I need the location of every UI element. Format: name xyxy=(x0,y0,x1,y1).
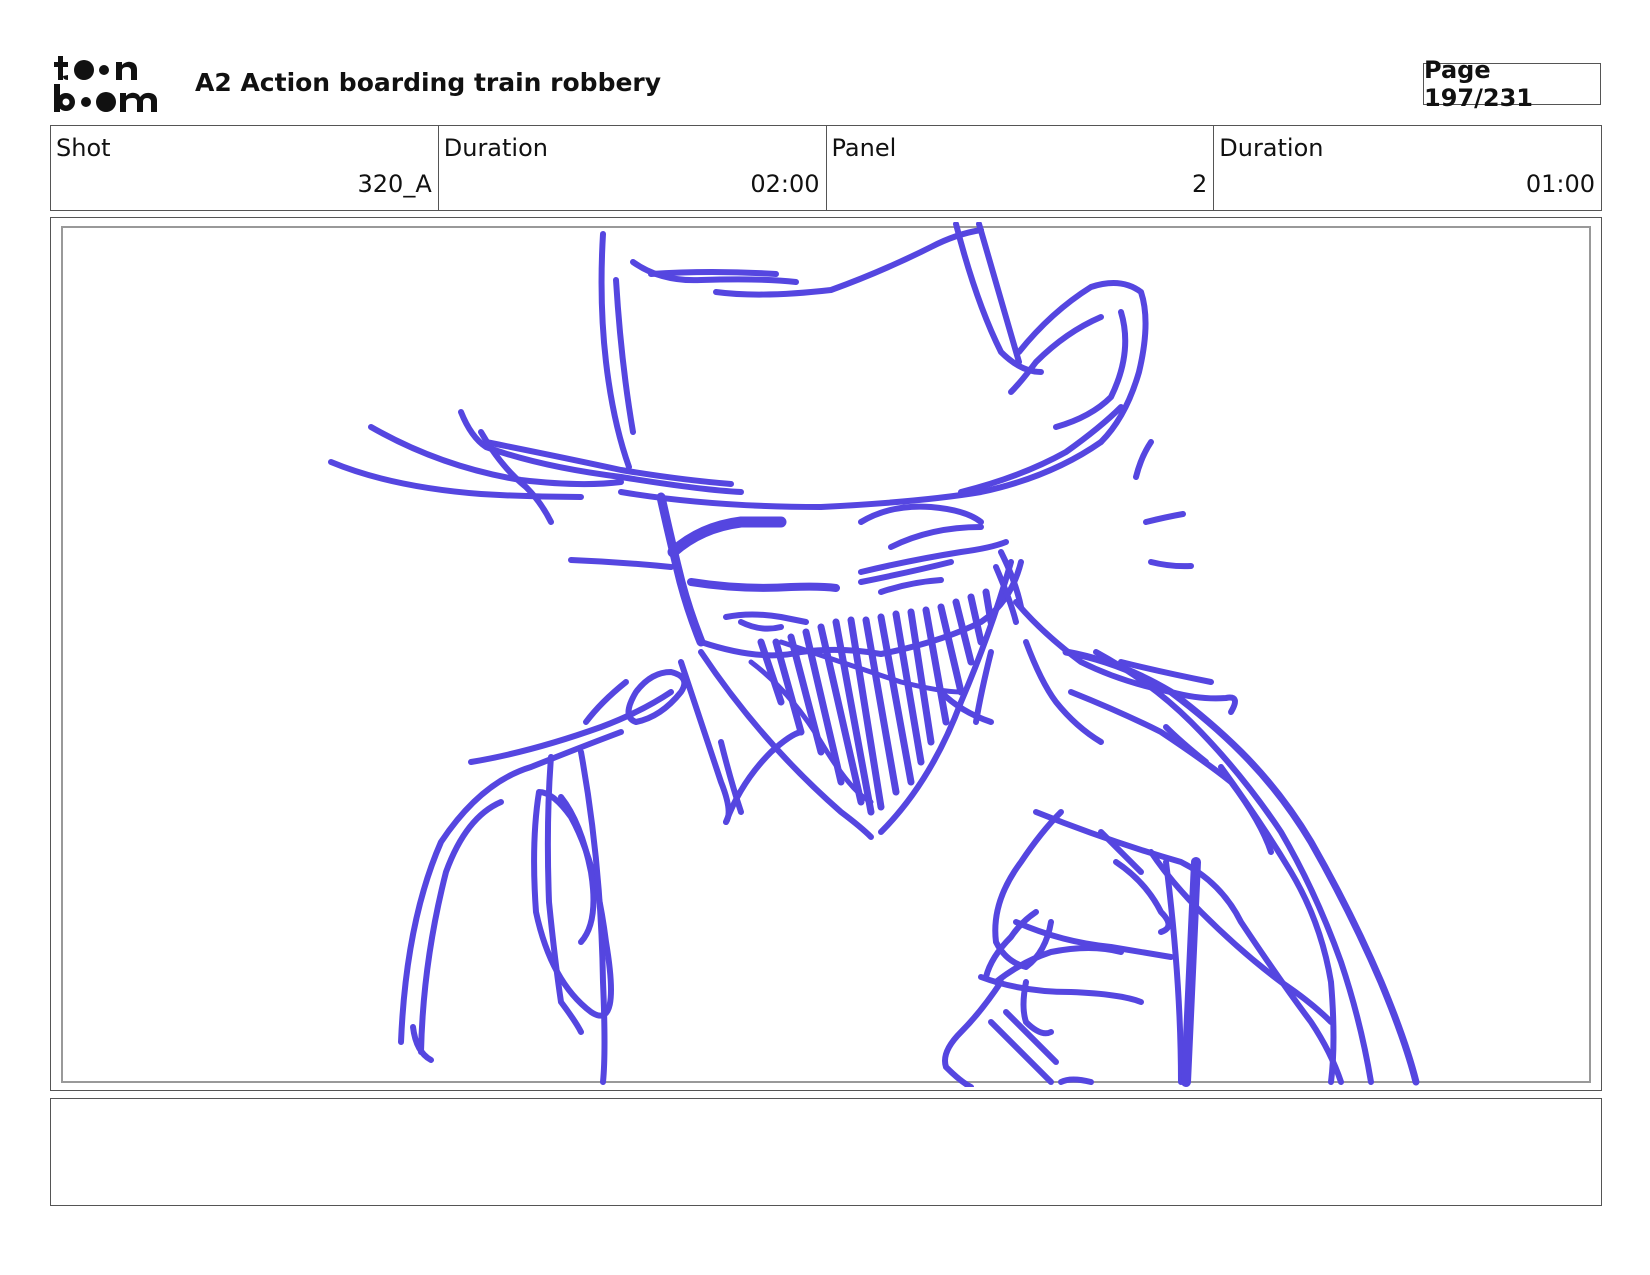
panel-label: Panel xyxy=(831,134,897,162)
sketch-strokes xyxy=(328,222,1420,1087)
shot-value: 320_A xyxy=(357,170,432,198)
shot-info-row: Shot 320_A Duration 02:00 Panel 2 Durati… xyxy=(50,125,1602,211)
panel-duration-label: Duration xyxy=(1219,134,1324,162)
shot-duration-label: Duration xyxy=(443,134,548,162)
page-number: Page 197/231 xyxy=(1423,56,1601,112)
shot-cell: Shot 320_A xyxy=(51,126,439,210)
shot-label: Shot xyxy=(56,134,111,162)
document-title: A2 Action boarding train robbery xyxy=(195,68,662,97)
panel-duration-cell: Duration 01:00 xyxy=(1214,126,1601,210)
toon-boom-logo-icon xyxy=(54,56,157,112)
toon-boom-logo xyxy=(54,54,174,114)
shot-duration-cell: Duration 02:00 xyxy=(439,126,827,210)
panel-notes-box xyxy=(50,1098,1602,1206)
panel-cell: Panel 2 xyxy=(827,126,1215,210)
panel-value: 2 xyxy=(1191,170,1208,198)
panel-duration-value: 01:00 xyxy=(1525,170,1595,198)
storyboard-sketch xyxy=(328,222,1420,1087)
shot-duration-value: 02:00 xyxy=(750,170,820,198)
